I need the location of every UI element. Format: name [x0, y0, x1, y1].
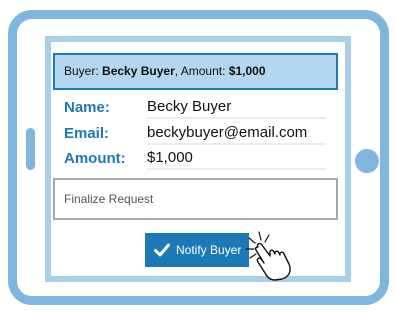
summary-amount-value: $1,000 — [228, 64, 266, 78]
email-field[interactable]: beckybuyer@email.com — [147, 123, 326, 145]
summary-buyer-name: Becky Buyer — [102, 64, 175, 78]
email-label: Email: — [64, 125, 110, 142]
notify-buyer-button[interactable]: Notify Buyer — [145, 233, 249, 267]
amount-label: Amount: — [64, 150, 126, 167]
checkmark-icon — [154, 243, 170, 257]
name-label: Name: — [64, 99, 110, 116]
finalize-request-label: Finalize Request — [64, 192, 154, 206]
finalize-request-section[interactable]: Finalize Request — [53, 178, 338, 220]
notify-buyer-label: Notify Buyer — [176, 243, 242, 257]
name-field[interactable]: Becky Buyer — [147, 97, 326, 119]
summary-banner: Buyer: Becky Buyer, Amount: $1,000 — [53, 53, 338, 90]
summary-buyer-prefix: Buyer: — [64, 64, 99, 78]
tablet-side-button — [26, 128, 35, 170]
hand-pointer-click-icon — [245, 231, 291, 281]
tablet-home-button[interactable] — [355, 149, 379, 173]
amount-field[interactable]: $1,000 — [147, 148, 326, 170]
summary-amount-prefix: , Amount: — [174, 64, 226, 78]
